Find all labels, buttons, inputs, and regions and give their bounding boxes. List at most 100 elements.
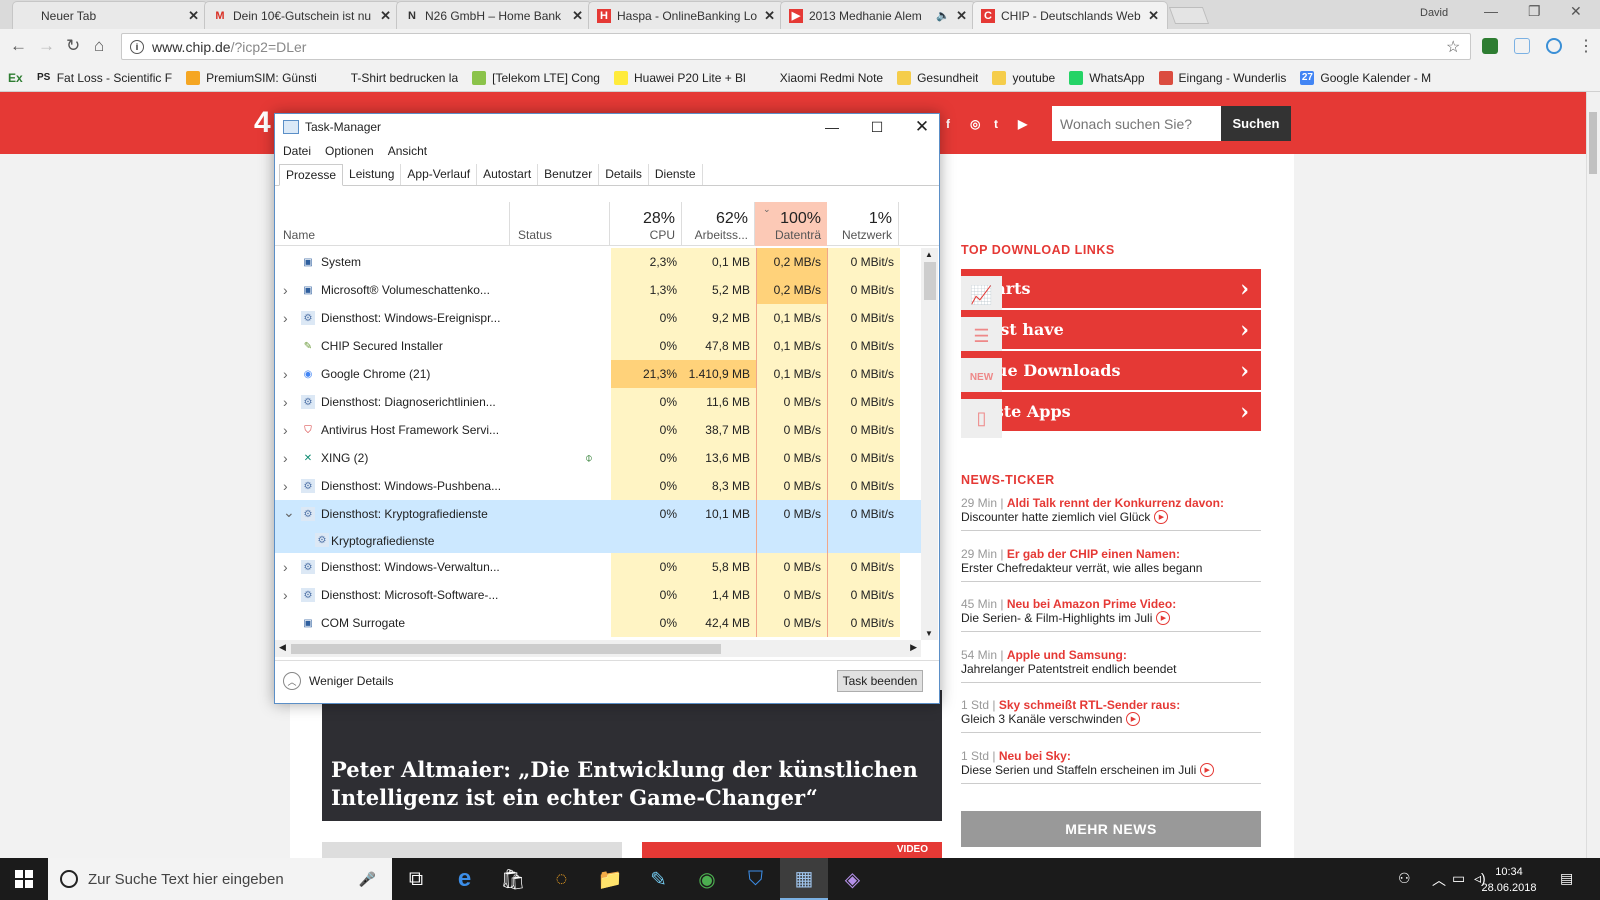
microphone-icon[interactable]: 🎤 [359,871,376,888]
news-headline[interactable]: Aldi Talk rennt der Konkurrenz davon: [1007,496,1224,510]
notepad-icon[interactable]: ✎ [635,858,683,900]
extension-icon[interactable] [1482,38,1498,54]
battery-icon[interactable]: ▭ [1452,870,1465,887]
instagram-icon[interactable]: ◎ [970,117,980,131]
bookmark-item[interactable]: [Telekom LTE] Cong [472,70,600,85]
col-name[interactable]: Name [275,202,510,246]
process-subrow[interactable]: ⚙ Kryptografiedienste [275,528,921,553]
defender-icon[interactable]: ⛉ [732,858,780,900]
start-button[interactable] [0,858,48,900]
chevron-right-icon[interactable]: › [283,310,288,326]
process-row[interactable]: ⌄ ⚙ Diensthost: Kryptografiedienste 0% 10,1 … [275,500,921,528]
browser-tab[interactable]: ▶ 2013 Medhanie Alem 🔈 ✕ [780,1,976,29]
tab-close-icon[interactable]: ✕ [956,8,967,24]
tab-leistung[interactable]: Leistung [343,164,402,185]
tab-close-icon[interactable]: ✕ [1148,8,1159,24]
process-row[interactable]: ▣ System 2,3% 0,1 MB 0,2 MB/s 0 MBit/s [275,248,921,276]
taskmanager-icon[interactable]: ▦ [780,858,828,900]
news-item[interactable]: 29 Min | Aldi Talk rennt der Konkurrenz … [961,496,1261,531]
chevron-right-icon[interactable]: › [283,559,288,575]
bookmark-item[interactable]: WhatsApp [1069,70,1145,85]
audio-icon[interactable]: 🔈 [936,9,950,22]
news-teaser[interactable]: Diese Serien und Staffeln erscheinen im … [961,763,1196,777]
edge-icon[interactable]: e [441,858,489,900]
bookmark-item[interactable]: T-Shirt bedrucken la [331,71,458,85]
process-row[interactable]: › ◉ Google Chrome (21) 21,3% 1.410,9 MB 0,1 M… [275,360,921,388]
tab-benutzer[interactable]: Benutzer [538,164,600,185]
chevron-right-icon[interactable]: › [283,587,288,603]
col-cpu[interactable]: 28% CPU [610,202,682,246]
download-link-charts[interactable]: 📈Charts› [961,269,1261,315]
chevron-down-icon[interactable]: ⌄ [283,504,295,521]
news-item[interactable]: 1 Std | Neu bei Sky: Diese Serien und Sta… [961,749,1261,784]
article-thumbnail[interactable] [322,842,622,858]
home-icon[interactable]: ⌂ [94,36,104,56]
process-row[interactable]: › ⚙ Diensthost: Windows-Pushbena... 0% 8,3 M… [275,472,921,500]
task-view-icon[interactable]: ⧉ [392,858,440,900]
bookmark-item[interactable]: Gesundheit [897,70,978,85]
tm-maximize-icon[interactable]: ☐ [862,116,892,138]
tm-horizontal-scroll-thumb[interactable] [291,644,721,654]
bookmark-item[interactable]: PremiumSIM: Günsti [186,70,317,85]
facebook-icon[interactable]: f [946,117,950,131]
col-memory[interactable]: 62% Arbeitss... [682,202,755,246]
menu-icon[interactable]: ⋮ [1578,36,1594,56]
browser-tab[interactable]: N N26 GmbH – Home Bank ✕ [396,1,592,29]
browser-tab[interactable]: Neuer Tab ✕ [12,1,208,29]
chevron-right-icon[interactable]: › [283,450,288,466]
bookmark-item[interactable]: 27 Google Kalender - M [1300,70,1431,85]
chevron-right-icon[interactable]: › [283,422,288,438]
process-row[interactable]: › ⚙ Diensthost: Windows-Ereignispr... 0% 9,2… [275,304,921,332]
news-headline[interactable]: Sky schmeißt RTL-Sender raus: [999,698,1180,712]
news-teaser[interactable]: Gleich 3 Kanäle verschwinden [961,712,1122,726]
ubuntu-launcher-icon[interactable]: ◌ [538,858,586,900]
tab-close-icon[interactable]: ✕ [188,8,199,24]
tab-close-icon[interactable]: ✕ [380,8,391,24]
news-headline[interactable]: Er gab der CHIP einen Namen: [1007,547,1180,561]
news-item[interactable]: 1 Std | Sky schmeißt RTL-Sender raus: Gle… [961,698,1261,733]
bookmark-item[interactable]: Huawei P20 Lite + Bl [613,70,746,85]
process-row[interactable]: › ▣ Microsoft® Volumeschattenko... 1,3% 5,2 … [275,276,921,304]
col-disk[interactable]: ⌄ 100% Datenträ [755,202,827,246]
video-thumbnail[interactable]: VIDEO [642,842,942,858]
tm-vertical-scroll-thumb[interactable] [924,262,936,300]
store-icon[interactable]: 🛍 [489,858,537,900]
download-link-neue-downloads[interactable]: NEW Neue Downloads › [961,351,1261,397]
bookmark-star-icon[interactable]: ☆ [1446,37,1460,57]
explorer-icon[interactable]: 📁 [586,858,634,900]
tab-prozesse[interactable]: Prozesse [279,164,344,186]
chevron-right-icon[interactable]: › [283,394,288,410]
process-row[interactable]: › ⛉ Antivirus Host Framework Servi... 0% 38,… [275,416,921,444]
new-tab-button[interactable] [1168,7,1210,24]
download-link-beste-apps[interactable]: ▯ Beste Apps › [961,392,1261,438]
tab-app-verlauf[interactable]: App-Verlauf [401,164,478,185]
bookmark-item[interactable]: PS Fat Loss - Scientific F [37,71,172,85]
page-scrollbar[interactable] [1586,92,1600,858]
tm-minimize-icon[interactable]: — [817,116,847,138]
site-search-button[interactable]: Suchen [1221,106,1291,141]
download-link-must-have[interactable]: ☰ Must have › [961,310,1261,356]
tm-close-icon[interactable]: ✕ [907,116,937,138]
address-bar[interactable]: i www.chip.de/?icp2=DLer [121,33,1471,60]
reload-icon[interactable]: ↻ [66,36,80,56]
process-row[interactable]: ✎ CHIP Secured Installer 0% 47,8 MB 0,1 MB/s… [275,332,921,360]
site-search-input[interactable] [1052,106,1221,141]
tab-close-icon[interactable]: ✕ [572,8,583,24]
chrome-icon[interactable]: ◉ [683,858,731,900]
back-icon[interactable]: ← [10,36,27,56]
bookmark-item[interactable]: Eingang - Wunderlis [1158,70,1286,85]
end-task-button[interactable]: Task beenden [837,670,923,692]
news-teaser[interactable]: Die Serien- & Film-Highlights im Juli [961,611,1152,625]
hero-title[interactable]: Peter Altmaier: „Die Entwicklung der kün… [331,756,931,812]
tab-close-icon[interactable]: ✕ [764,8,775,24]
chevron-right-icon[interactable]: › [283,366,288,382]
fewer-details-button[interactable]: ︿ Weniger Details [283,672,393,690]
tab-details[interactable]: Details [599,164,649,185]
page-scrollbar-thumb[interactable] [1589,112,1597,174]
news-headline[interactable]: Neu bei Amazon Prime Video: [1007,597,1176,611]
process-row[interactable]: › ✕ XING (2) ⌽ 0% 13,6 MB 0 MB/s 0 MBit/s [275,444,921,472]
news-headline[interactable]: Apple und Samsung: [1007,648,1127,662]
tm-menu-optionen[interactable]: Optionen [325,144,374,158]
tab-autostart[interactable]: Autostart [477,164,539,185]
visual-studio-icon[interactable]: ◈ [829,858,877,900]
